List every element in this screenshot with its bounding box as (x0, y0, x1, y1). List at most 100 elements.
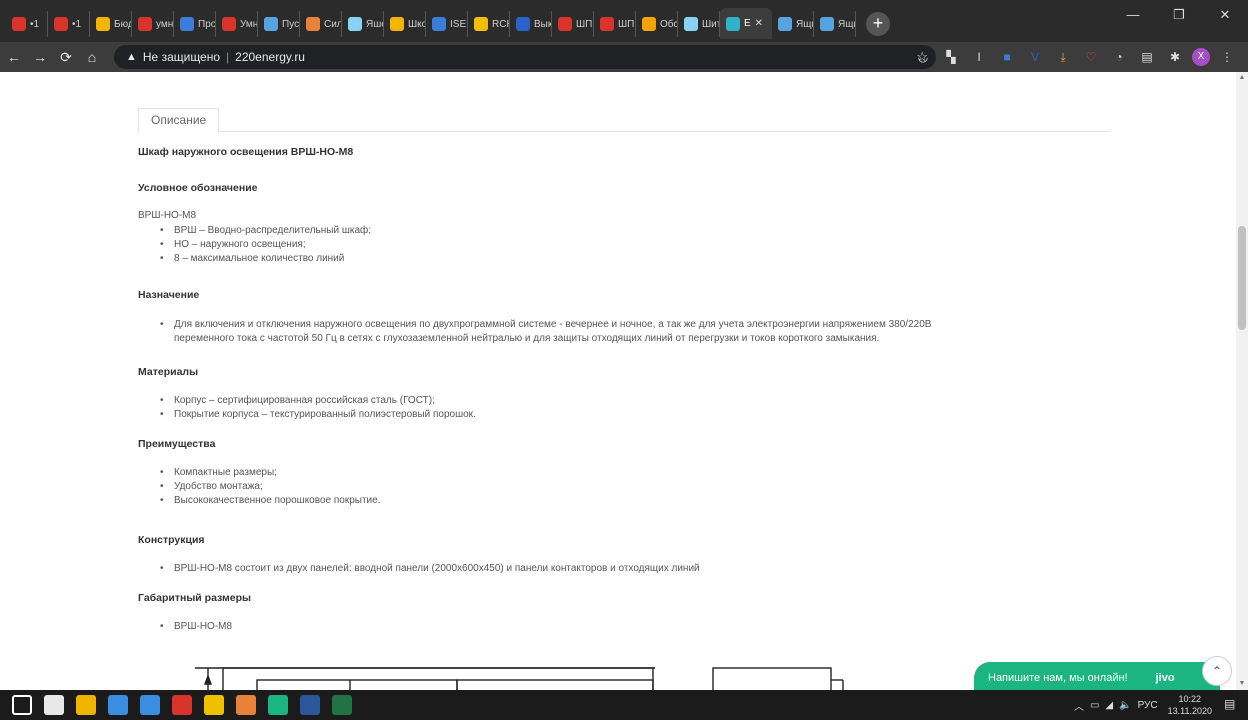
address-separator: | (226, 50, 230, 64)
tab-label: Шко (408, 18, 425, 30)
browser-tab[interactable]: •1 (48, 11, 90, 37)
menu-icon[interactable]: ⋮ (1216, 46, 1238, 68)
tab-favicon-icon (726, 16, 740, 31)
word-icon[interactable] (300, 695, 320, 715)
tab-favicon-icon (684, 17, 698, 31)
tab-favicon-icon (348, 17, 362, 31)
file-explorer-icon[interactable] (76, 695, 96, 715)
tab-favicon-icon (516, 17, 530, 31)
tab-favicon-icon (54, 17, 68, 31)
product-tabs: Описание (138, 108, 1110, 133)
browser-tab[interactable]: ШП (594, 11, 636, 37)
network-icon[interactable]: ◢ (1105, 700, 1113, 711)
extension-text-icon[interactable]: I (968, 46, 990, 68)
language-indicator[interactable]: РУС (1138, 700, 1158, 711)
close-icon[interactable]: ✕ (1202, 0, 1248, 30)
tab-favicon-icon (778, 17, 792, 31)
purpose-item: Для включения и отключения наружного осв… (138, 318, 1098, 346)
list-item: Высококачественное порошковое покрытие. (138, 494, 1038, 508)
tab-label: Яше (366, 18, 383, 30)
pocket-icon[interactable]: ◡ (912, 46, 934, 68)
drawing-panel (456, 679, 654, 690)
browser-tab[interactable]: RCH (468, 11, 510, 37)
tab-favicon-icon (96, 17, 110, 31)
forward-icon[interactable]: → (28, 45, 52, 69)
scrollbar-thumb[interactable] (1238, 226, 1246, 330)
purpose-line-2: переменного тока с частотой 50 Гц в сетя… (174, 333, 880, 344)
new-tab-button[interactable]: + (866, 12, 890, 36)
calculator-icon[interactable] (108, 695, 128, 715)
browser-tab[interactable]: ISEF (426, 11, 468, 37)
tab-label: умн (156, 18, 173, 30)
list-item: ВРШ – Вводно-распределительный шкаф; (138, 224, 1038, 238)
browser-tab[interactable]: Умн (216, 11, 258, 37)
reload-icon[interactable]: ⟳ (54, 45, 78, 69)
profile-avatar[interactable]: X (1192, 48, 1210, 66)
battery-icon[interactable]: ▭ (1090, 700, 1099, 711)
task-view-icon[interactable] (44, 695, 64, 715)
volume-icon[interactable]: 🔈 (1119, 700, 1131, 711)
tab-label: Ящи (796, 18, 813, 30)
scroll-down-icon[interactable]: ▼ (1238, 680, 1246, 688)
chrome-app-icon[interactable] (140, 695, 160, 715)
browser-tab[interactable]: Шко (384, 11, 426, 37)
tab-favicon-icon (390, 17, 404, 31)
pdf-app-icon[interactable] (172, 695, 192, 715)
browser-tab[interactable]: Обс (636, 11, 678, 37)
browser-tab[interactable]: Яше (342, 11, 384, 37)
browser-tab[interactable]: Вык (510, 11, 552, 37)
browser-tab[interactable]: Бюд (90, 11, 132, 37)
browser-tab[interactable]: Пус (258, 11, 300, 37)
scroll-top-button[interactable]: ⌃ (1202, 656, 1232, 686)
minimize-icon[interactable]: — (1110, 0, 1156, 30)
browser-tab[interactable]: Шит (678, 11, 720, 37)
notifications-icon[interactable]: ▤ (1224, 697, 1240, 713)
excel-icon[interactable] (332, 695, 352, 715)
materials-heading: Материалы (138, 366, 199, 378)
clock[interactable]: 10:22 13.11.2020 (1168, 693, 1212, 717)
folder-app-icon[interactable] (204, 695, 224, 715)
browser-tab[interactable]: •1 (6, 11, 48, 37)
download-icon[interactable]: ⤓ (1052, 46, 1074, 68)
tab-favicon-icon (474, 17, 488, 31)
construction-list: ВРШ-НО-М8 состоит из двух панелей: вводн… (138, 562, 1038, 576)
browser-tab[interactable]: умн (132, 11, 174, 37)
tab-favicon-icon (222, 17, 236, 31)
tab-close-icon[interactable]: ✕ (755, 18, 763, 29)
extension-heart-icon[interactable]: ♡ (1080, 46, 1102, 68)
maximize-icon[interactable]: ❐ (1156, 0, 1202, 30)
extension-blue-icon[interactable]: ■ (996, 46, 1018, 68)
list-item: Покрытие корпуса – текстурированный поли… (138, 408, 1038, 422)
browser-tab[interactable]: Ящи (814, 11, 856, 37)
drawing-arrow (203, 674, 213, 685)
scroll-up-icon[interactable]: ▲ (1238, 74, 1246, 82)
extension-v-icon[interactable]: V (1024, 46, 1046, 68)
tab-label: •1 (72, 18, 82, 30)
tab-active[interactable]: Е ✕ (720, 8, 772, 39)
tab-favicon-icon (820, 17, 834, 31)
tab-description[interactable]: Описание (138, 108, 220, 133)
extension-chat-icon[interactable]: ▤ (1136, 46, 1158, 68)
extension-flag-icon[interactable]: ▚ (940, 46, 962, 68)
address-bar[interactable]: ▲ Не защищено | 220energy.ru ☆ (114, 45, 936, 69)
vertical-scrollbar[interactable]: ▲ ▼ (1236, 72, 1248, 690)
tray-chevron-icon[interactable]: ︿ (1074, 698, 1084, 713)
materials-list: Корпус – сертифицированная российская ст… (138, 394, 1038, 422)
browser-tab[interactable]: Сил (300, 11, 342, 37)
warning-icon: ▲ (126, 51, 137, 63)
designation-code: ВРШ-НО-М8 (138, 210, 197, 221)
chat-brand: jivo (1155, 672, 1175, 684)
browser-tab[interactable]: Про (174, 11, 216, 37)
puzzle-icon[interactable]: ✱ (1164, 46, 1186, 68)
back-icon[interactable]: ← (2, 45, 26, 69)
home-icon[interactable]: ⌂ (80, 45, 104, 69)
browser-tab[interactable]: ШП (552, 11, 594, 37)
tab-label: Про (198, 18, 215, 30)
dimensions-drawing (195, 667, 844, 690)
browser-app-icon[interactable] (236, 695, 256, 715)
browser-tab[interactable]: Ящи (772, 11, 814, 37)
tab-label: Умн (240, 18, 257, 30)
windows-start-icon[interactable] (12, 695, 32, 715)
whatsapp-icon[interactable] (268, 695, 288, 715)
extension-gauge-icon[interactable]: ◔ (1108, 46, 1130, 68)
